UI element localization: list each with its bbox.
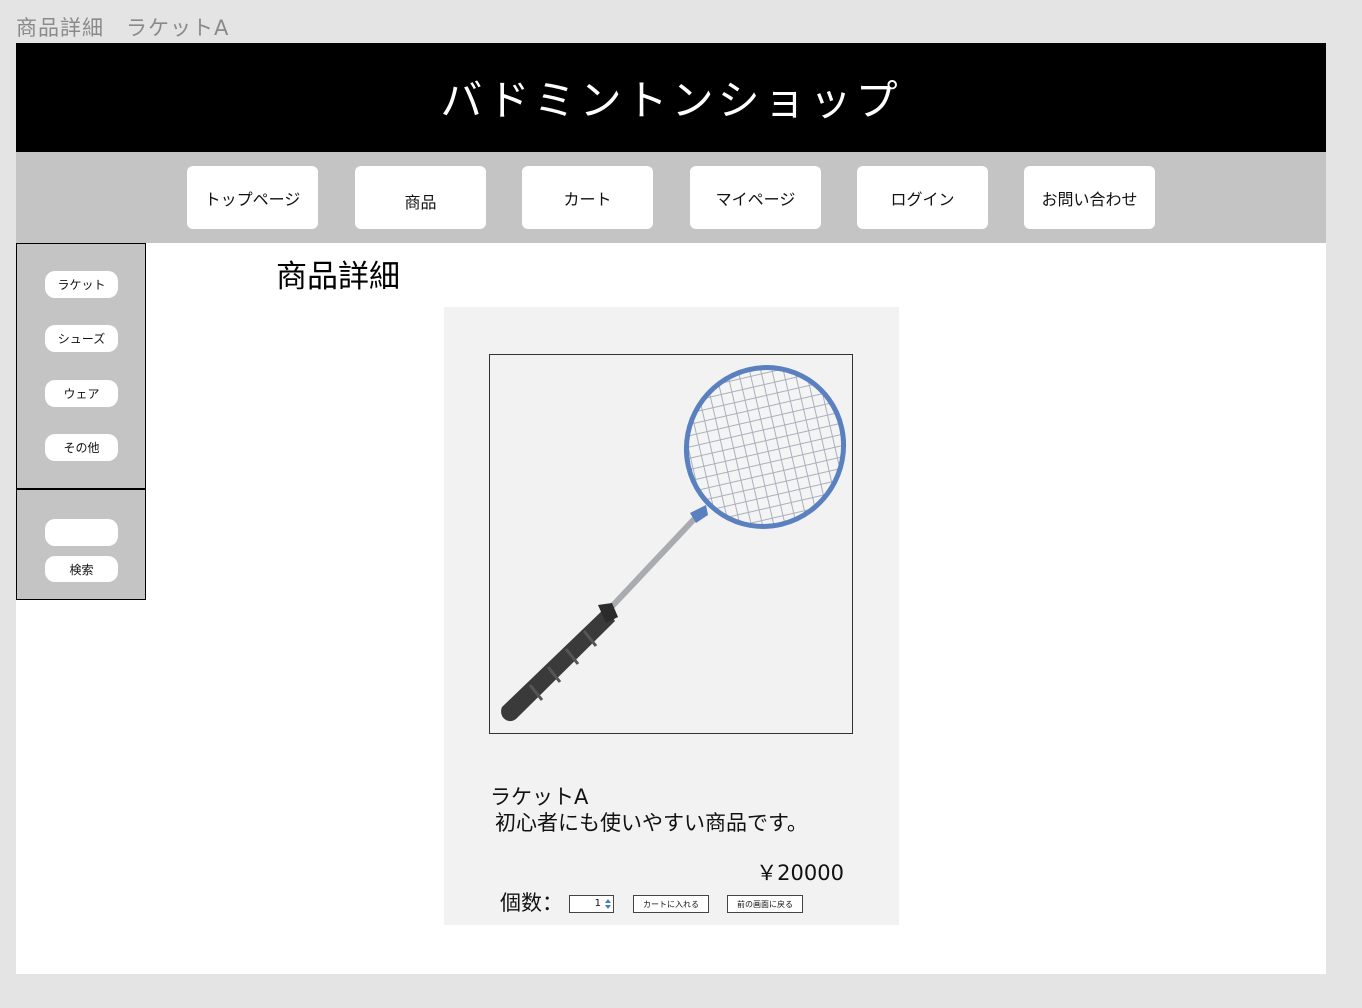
nav-login-button[interactable]: ログイン (857, 166, 988, 229)
product-card: ラケットA 初心者にも使いやすい商品です。 ￥20000 個数： 1 カートに入… (444, 307, 899, 925)
search-input[interactable] (45, 519, 118, 546)
nav-mypage-button[interactable]: マイページ (690, 166, 821, 229)
category-other-button[interactable]: その他 (45, 434, 118, 461)
category-wear-button[interactable]: ウェア (45, 380, 118, 407)
nav-bar: トップページ 商品 カート マイページ ログイン お問い合わせ (16, 152, 1326, 243)
back-button[interactable]: 前の画面に戻る (727, 895, 803, 913)
section-title: 商品詳細 (276, 259, 400, 295)
nav-cart-button[interactable]: カート (522, 166, 653, 229)
site-title: バドミントンショップ (440, 76, 902, 125)
nav-contact-button[interactable]: お問い合わせ (1024, 166, 1155, 229)
nav-top-button[interactable]: トップページ (187, 166, 318, 229)
app-frame: バドミントンショップ トップページ 商品 カート マイページ ログイン お問い合… (16, 43, 1326, 974)
search-button[interactable]: 検索 (45, 556, 118, 582)
spinner-arrows-icon[interactable] (605, 898, 611, 910)
product-description: 初心者にも使いやすい商品です。 (495, 811, 808, 835)
search-panel: 検索 (16, 488, 146, 600)
nav-products-button[interactable]: 商品 (355, 166, 486, 229)
page-label: 商品詳細 ラケットA (16, 16, 230, 40)
product-price: ￥20000 (756, 861, 844, 885)
add-to-cart-button[interactable]: カートに入れる (633, 895, 709, 913)
badminton-racket-icon (501, 365, 847, 722)
quantity-value: 1 (594, 898, 601, 909)
product-image (489, 354, 853, 734)
quantity-stepper[interactable]: 1 (569, 895, 614, 913)
quantity-label: 個数： (500, 891, 563, 915)
category-sidebar: ラケット シューズ ウェア その他 (16, 243, 146, 489)
category-shoes-button[interactable]: シューズ (45, 325, 118, 352)
site-header: バドミントンショップ (16, 43, 1326, 152)
category-racket-button[interactable]: ラケット (45, 271, 118, 298)
